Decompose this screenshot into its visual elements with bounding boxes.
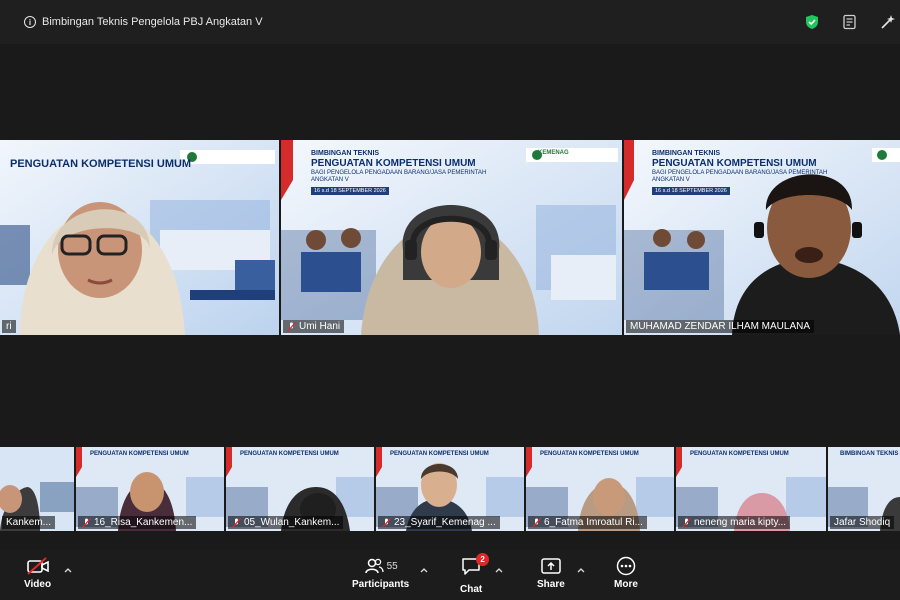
ai-companion-icon[interactable] — [878, 12, 898, 32]
slide-heading: PENGUATAN KOMPETENSI UMUM — [390, 451, 489, 457]
slide-heading-small: BIMBINGAN TEKNIS — [652, 150, 721, 157]
chat-label: Chat — [460, 584, 483, 595]
participants-count: 55 — [386, 560, 398, 572]
participant-name-label: MUHAMAD ZENDAR ILHAM MAULANA — [626, 320, 815, 333]
participant-name-label: ri — [2, 320, 16, 333]
slide-heading: PENGUATAN KOMPETENSI UMUM — [690, 451, 789, 457]
share-button[interactable]: Share — [537, 556, 565, 590]
speaker-tile[interactable]: PENGUATAN KOMPETENSI UMUM ri — [0, 140, 279, 335]
share-label: Share — [537, 579, 565, 590]
slide-date: 16 s.d 18 SEPTEMBER 2026 — [311, 187, 389, 195]
info-icon[interactable]: i — [24, 16, 36, 28]
chat-button[interactable]: 2 Chat — [460, 553, 490, 595]
security-shield-icon[interactable] — [802, 12, 822, 32]
gallery-tile[interactable]: PENGUATAN KOMPETENSI UMUM neneng maria k… — [676, 447, 826, 531]
slide-date: 16 s.d 18 SEPTEMBER 2026 — [652, 187, 730, 195]
title-bar: i Bimbingan Teknis Pengelola PBJ Angkata… — [0, 0, 900, 44]
participants-icon — [364, 558, 384, 574]
chevron-up-icon[interactable] — [495, 566, 503, 574]
participant-name-label: Jafar Shodiq — [830, 516, 895, 529]
slide-heading: PENGUATAN KOMPETENSI UMUM — [90, 451, 189, 457]
slide-batch: ANGKATAN V — [311, 177, 349, 183]
mic-muted-icon — [287, 321, 296, 332]
slide-org: KEMENAG — [538, 150, 569, 156]
participants-label: Participants — [352, 579, 410, 590]
mic-muted-icon — [232, 517, 241, 528]
video-button[interactable]: Video — [24, 556, 51, 590]
gallery-tile[interactable]: PENGUATAN KOMPETENSI UMUM 6_Fatma Imroat… — [526, 447, 674, 531]
video-label: Video — [24, 579, 52, 590]
notes-icon[interactable] — [840, 12, 860, 32]
slide-heading: PENGUATAN KOMPETENSI UMUM — [10, 158, 192, 170]
chevron-up-icon[interactable] — [420, 566, 428, 574]
participant-name-label: 23_Syarif_Kemenag ... — [378, 516, 500, 529]
mic-muted-icon — [532, 517, 541, 528]
speaker-tile[interactable]: BIMBINGAN TEKNIS PENGUATAN KOMPETENSI UM… — [281, 140, 622, 335]
gallery-tile[interactable]: PENGUATAN KOMPETENSI UMUM 05_Wulan_Kanke… — [226, 447, 374, 531]
chat-unread-badge: 2 — [476, 553, 490, 566]
chevron-up-icon[interactable] — [577, 566, 585, 574]
slide-heading-small: BIMBINGAN TEKNIS — [311, 150, 380, 157]
gallery-tile[interactable]: PENGUATAN KOMPETENSI UMUM 23_Syarif_Keme… — [376, 447, 524, 531]
participant-name-label: 05_Wulan_Kankem... — [228, 516, 344, 529]
gallery-tile[interactable]: Kankem... — [0, 447, 74, 531]
mic-muted-icon — [682, 517, 691, 528]
more-label: More — [614, 579, 638, 590]
more-button[interactable]: More — [614, 556, 638, 590]
participant-name-label: Umi Hani — [283, 320, 345, 333]
slide-heading-small: BIMBINGAN TEKNIS — [840, 451, 899, 457]
chevron-up-icon[interactable] — [64, 566, 72, 574]
more-icon — [616, 556, 636, 576]
participant-name-label: 6_Fatma Imroatul Ri... — [528, 516, 647, 529]
gallery-tile[interactable]: BIMBINGAN TEKNIS Jafar Shodiq — [828, 447, 900, 531]
speaker-tile-active[interactable]: BIMBINGAN TEKNIS PENGUATAN KOMPETENSI UM… — [624, 140, 900, 335]
participant-name-label: 16_Risa_Kankemen... — [78, 516, 197, 529]
mic-muted-icon — [82, 517, 91, 528]
slide-heading: PENGUATAN KOMPETENSI UMUM — [240, 451, 339, 457]
slide-heading: PENGUATAN KOMPETENSI UMUM — [311, 158, 476, 169]
participants-button[interactable]: 55 Participants — [352, 556, 409, 590]
meeting-title: Bimbingan Teknis Pengelola PBJ Angkatan … — [42, 16, 263, 28]
video-off-icon — [26, 557, 49, 575]
slide-heading: PENGUATAN KOMPETENSI UMUM — [540, 451, 639, 457]
slide-batch: ANGKATAN V — [652, 177, 690, 183]
slide-subheading: BAGI PENGELOLA PENGADAAN BARANG/JASA PEM… — [652, 170, 828, 176]
slide-subheading: BAGI PENGELOLA PENGADAAN BARANG/JASA PEM… — [311, 170, 487, 176]
meeting-toolbar: Video 55 Participants 2 Chat Share More — [0, 550, 900, 600]
video-stage: PENGUATAN KOMPETENSI UMUM ri BIMBINGAN T… — [0, 44, 900, 550]
slide-heading: PENGUATAN KOMPETENSI UMUM — [652, 158, 817, 169]
share-screen-icon — [541, 558, 561, 574]
participant-name-label: Kankem... — [2, 516, 56, 529]
mic-muted-icon — [382, 517, 391, 528]
gallery-tile[interactable]: PENGUATAN KOMPETENSI UMUM 16_Risa_Kankem… — [76, 447, 224, 531]
participant-name-label: neneng maria kipty... — [678, 516, 791, 529]
